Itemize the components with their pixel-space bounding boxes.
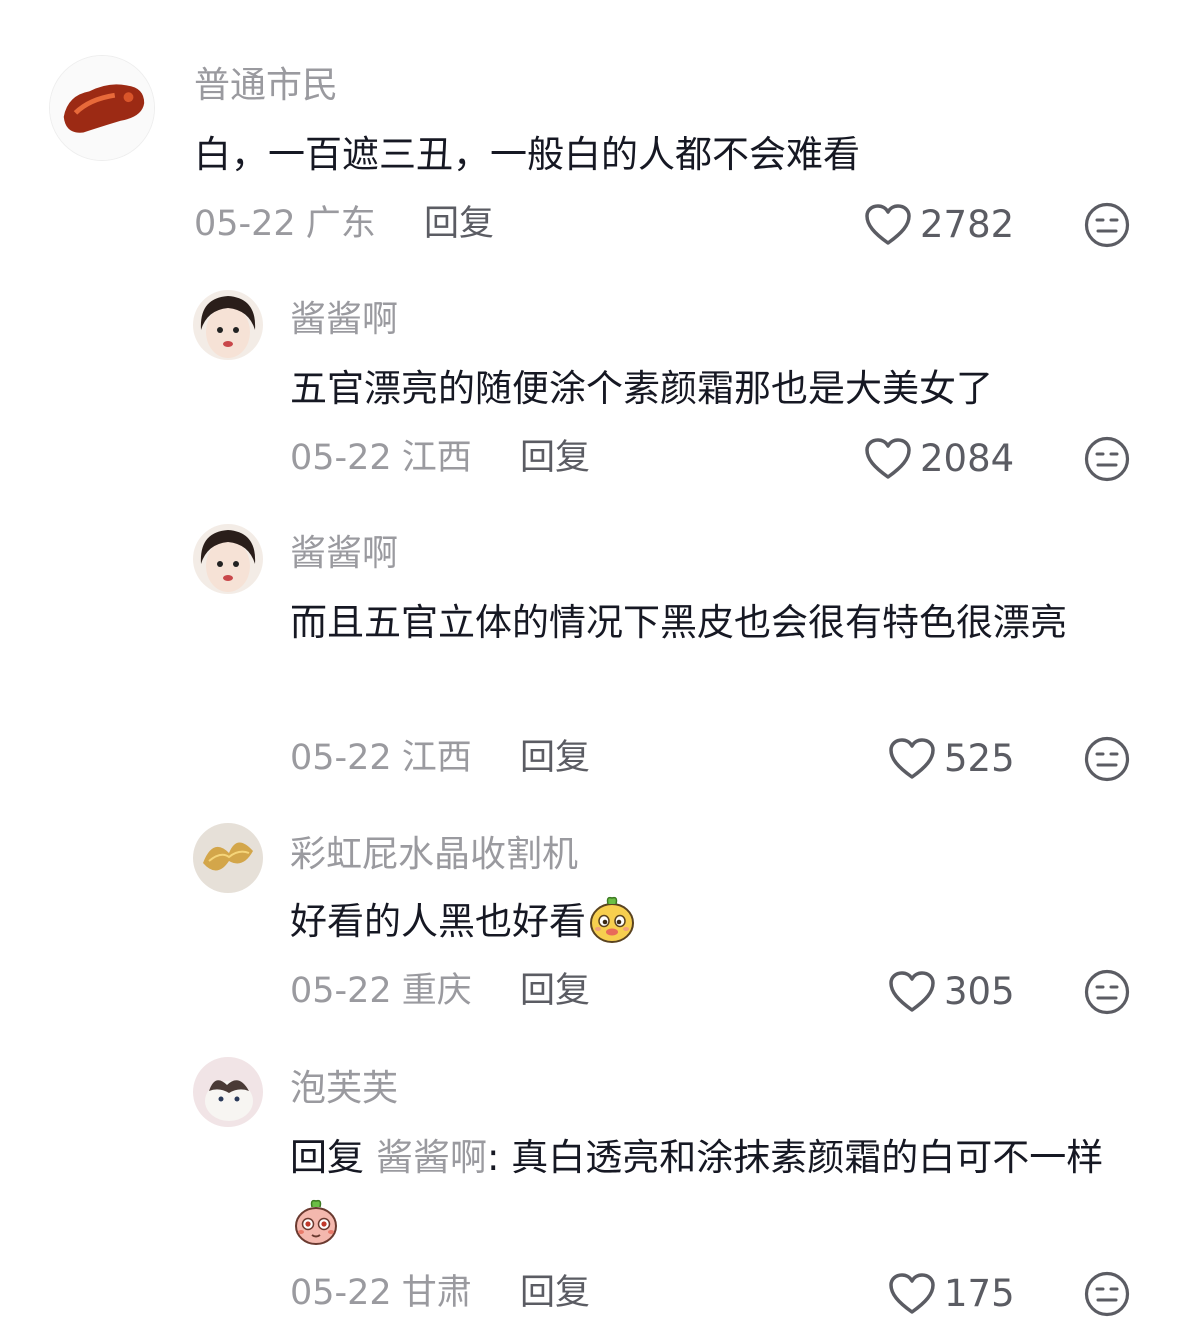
mention-link[interactable]: 酱酱啊 [376,1136,487,1179]
reply-item: 泡芙芙 回复 酱酱啊: 真白透亮和涂抹素颜霜的白可不一样 05-22 甘肃 回复 1… [0,1039,1179,1341]
dislike-face-icon[interactable] [1084,736,1130,782]
comment-meta: 05-22 广东 [194,202,376,246]
like-count: 525 [944,737,1015,780]
like-count: 2084 [920,437,1015,480]
like-button[interactable]: 525 [888,734,1015,784]
reply-item: 彩虹屁水晶收割机 好看的人黑也好看 05-22 重庆 回复 305 [0,805,1179,1035]
reply-item: 酱酱啊 而且五官立体的情况下黑皮也会很有特色很漂亮 05-22 江西 回复 525 [0,504,1179,804]
comment-date: 05-22 [290,438,392,478]
comment-location: 江西 [401,438,472,478]
comment-meta: 05-22 江西 [290,436,472,480]
heart-icon [865,438,911,479]
username[interactable]: 普通市民 [194,64,338,108]
comment-location: 重庆 [401,971,472,1011]
comment-date: 05-22 [194,204,296,244]
username[interactable]: 酱酱啊 [290,298,398,342]
avatar[interactable] [193,823,263,893]
comment-text: 好看的人黑也好看 [290,889,1135,955]
like-button[interactable]: 305 [888,967,1015,1017]
reply-button[interactable]: 回复 [520,1271,590,1315]
username[interactable]: 酱酱啊 [290,532,398,576]
dislike-face-icon[interactable] [1084,436,1130,482]
dislike-face-icon[interactable] [1084,969,1130,1015]
avatar[interactable] [193,1057,263,1127]
comment-location: 广东 [305,204,376,244]
username[interactable]: 彩虹屁水晶收割机 [290,833,578,877]
like-button[interactable]: 175 [888,1269,1015,1319]
heart-icon [889,1273,935,1314]
like-button[interactable]: 2782 [864,200,1014,250]
comment-date: 05-22 [290,971,392,1011]
like-count: 175 [944,1272,1015,1315]
shy-face-emoji-icon [292,1194,340,1246]
cute-face-emoji-icon [588,892,636,944]
comment-text: 而且五官立体的情况下黑皮也会很有特色很漂亮 [290,601,1067,644]
comment-location: 甘肃 [401,1273,472,1313]
reply-button[interactable]: 回复 [424,202,494,246]
comment-text: 回复 酱酱啊: 真白透亮和涂抹素颜霜的白可不一样 [290,1125,1135,1257]
reply-button[interactable]: 回复 [520,736,590,780]
comment-text: 五官漂亮的随便涂个素颜霜那也是大美女了 [290,367,993,410]
like-count: 305 [944,970,1015,1013]
comment-text-body: 好看的人黑也好看 [290,900,586,943]
heart-icon [889,738,935,779]
reply-button[interactable]: 回复 [520,436,590,480]
comment-date: 05-22 [290,1273,392,1313]
heart-icon [889,971,935,1012]
avatar[interactable] [193,290,263,360]
reply-prefix: 回复 [290,1136,364,1179]
comment-text: 白，一百遮三丑，一般白的人都不会难看 [194,133,860,176]
dislike-face-icon[interactable] [1084,202,1130,248]
dislike-face-icon[interactable] [1084,1271,1130,1317]
avatar[interactable] [193,524,263,594]
like-count: 2782 [920,203,1015,246]
heart-icon [865,204,911,245]
comment-location: 江西 [401,738,472,778]
comment-item: 普通市民 白，一百遮三丑，一般白的人都不会难看 05-22 广东 回复 2782 [0,0,1179,260]
comment-meta: 05-22 甘肃 [290,1271,472,1315]
username[interactable]: 泡芙芙 [290,1067,398,1111]
comment-meta: 05-22 江西 [290,736,472,780]
reply-button[interactable]: 回复 [520,969,590,1013]
comment-meta: 05-22 重庆 [290,969,472,1013]
comment-date: 05-22 [290,738,392,778]
avatar[interactable] [49,55,155,161]
comment-text-body: : 真白透亮和涂抹素颜霜的白可不一样 [487,1136,1104,1179]
like-button[interactable]: 2084 [864,434,1014,484]
reply-item: 酱酱啊 五官漂亮的随便涂个素颜霜那也是大美女了 05-22 江西 回复 2084 [0,270,1179,500]
